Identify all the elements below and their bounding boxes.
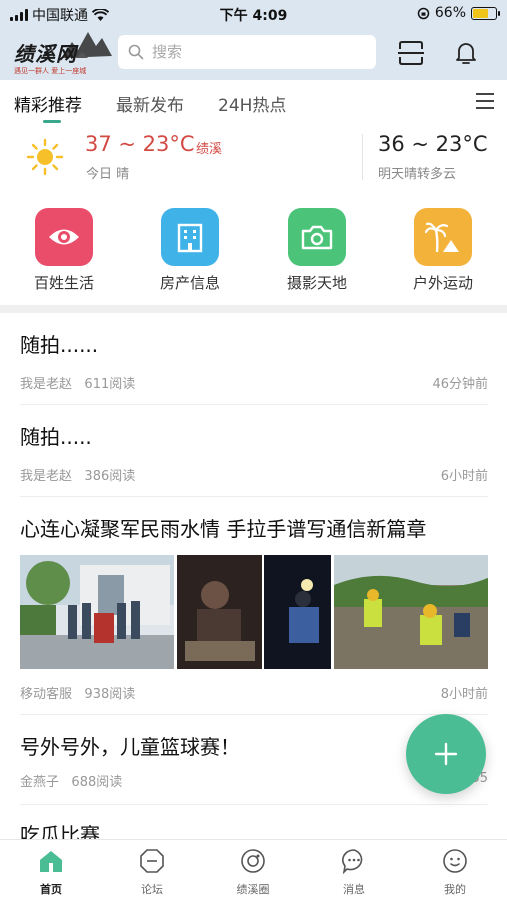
battery-icon [471,6,500,20]
new-post-button[interactable] [406,714,486,794]
post-meta: 移动客服 938阅读 [20,683,135,702]
search-box[interactable] [118,35,376,69]
post-photos [20,555,488,669]
category-label: 摄影天地 [286,274,347,292]
nav-label: 我的 [444,883,466,896]
camera-icon [288,208,346,266]
post-reads: 938阅读 [84,687,136,702]
post-reads: 611阅读 [84,377,136,392]
category-label: 户外运动 [412,274,473,292]
weather-widget[interactable]: 37 ~ 23°C 绩溪 今日 晴 36 ~ 23°C 明天晴转多云 [0,124,507,194]
nav-label: 绩溪圈 [236,883,270,896]
tab-indicator [43,120,61,123]
post-item[interactable]: 随拍..... 我是老赵 386阅读 6小时前 [20,421,488,497]
nav-label: 消息 [343,883,365,896]
post-author: 金燕子 [20,775,60,790]
post-reads: 688阅读 [71,775,123,790]
post-photo[interactable] [177,555,331,669]
post-meta: 金燕子 688阅读 [20,771,122,790]
rotation-lock-icon [417,7,430,19]
post-title: 心连心凝聚军民雨水情 手拉手谱写通信新篇章 [20,517,427,541]
tab-bar: 精彩推荐 最新发布 24H热点 [0,80,507,124]
post-item[interactable]: 随拍...... 我是老赵 611阅读 46分钟前 [20,329,488,405]
post-item[interactable]: 吃瓜比赛 [20,819,488,839]
scan-button[interactable] [396,38,426,68]
nav-profile[interactable]: 我的 [415,848,495,897]
menu-icon[interactable] [476,93,494,109]
category-label: 百姓生活 [33,274,94,292]
post-photo[interactable] [334,555,488,669]
status-right: 66% [417,5,500,21]
tab-recommended[interactable]: 精彩推荐 [14,91,82,116]
logo-tagline: 遇见一群人 爱上一座城 [14,67,87,75]
nav-circle[interactable]: 绩溪圈 [213,848,293,897]
search-input[interactable] [152,43,352,61]
battery-percent: 66% [434,5,466,21]
nav-messages[interactable]: 消息 [314,848,394,897]
tab-24h-hot[interactable]: 24H热点 [218,91,286,116]
notification-button[interactable] [451,38,481,68]
message-icon [342,849,363,875]
category-grid: 百姓生活 房产信息 摄影天地 户外运动 [0,204,507,300]
nav-forum[interactable]: 论坛 [112,848,192,897]
post-photo[interactable] [20,555,174,669]
post-reads: 386阅读 [84,469,136,484]
sun-icon [26,138,64,176]
bell-icon [456,43,476,64]
scan-icon [398,41,424,65]
nav-home[interactable]: 首页 [11,848,91,897]
building-icon [161,208,219,266]
header: 绩溪网 遇见一群人 爱上一座城 [0,28,507,80]
post-title: 随拍..... [20,425,92,449]
post-author: 我是老赵 [20,469,73,484]
nav-label: 首页 [40,883,62,896]
search-icon [128,44,144,60]
tomorrow-description: 明天晴转多云 [378,167,457,182]
post-author: 移动客服 [20,687,73,702]
today-temperature: 37 ~ 23°C [85,132,195,156]
tomorrow-temperature: 36 ~ 23°C [378,132,488,156]
post-time: 6小时前 [440,469,488,484]
plus-icon [434,742,458,766]
palm-tree-icon [414,208,472,266]
weather-divider [362,134,363,180]
status-bar: 中国联通 下午 4:09 66% [0,0,507,28]
weather-city: 绩溪 [196,142,223,157]
category-outdoor-sports[interactable]: 户外运动 [403,208,483,293]
post-title: 随拍...... [20,333,99,357]
today-description: 今日 晴 [86,167,130,182]
category-label: 房产信息 [159,274,220,292]
tab-latest[interactable]: 最新发布 [116,91,184,116]
bottom-nav: 首页 论坛 绩溪圈 消息 我的 [0,839,507,900]
forum-icon [140,849,164,873]
category-real-estate[interactable]: 房产信息 [150,208,230,293]
home-icon [40,851,62,872]
post-item[interactable]: 心连心凝聚军民雨水情 手拉手谱写通信新篇章 移动客服 938阅读 8小时前 [20,513,488,715]
logo-text: 绩溪网 [14,42,77,66]
app-logo[interactable]: 绩溪网 遇见一群人 爱上一座城 [12,28,112,80]
section-divider [0,305,507,313]
nav-label: 论坛 [141,883,163,896]
battery-level [473,8,488,18]
category-civic-life[interactable]: 百姓生活 [24,208,104,293]
circle-icon [241,849,265,873]
eye-icon [35,208,93,266]
category-photography[interactable]: 摄影天地 [277,208,357,293]
post-title: 吃瓜比赛 [20,823,100,839]
post-time: 46分钟前 [432,377,488,392]
post-meta: 我是老赵 386阅读 [20,465,135,484]
post-time: 8小时前 [440,687,488,702]
post-meta: 我是老赵 611阅读 [20,373,135,392]
profile-icon [443,849,467,873]
post-author: 我是老赵 [20,377,73,392]
